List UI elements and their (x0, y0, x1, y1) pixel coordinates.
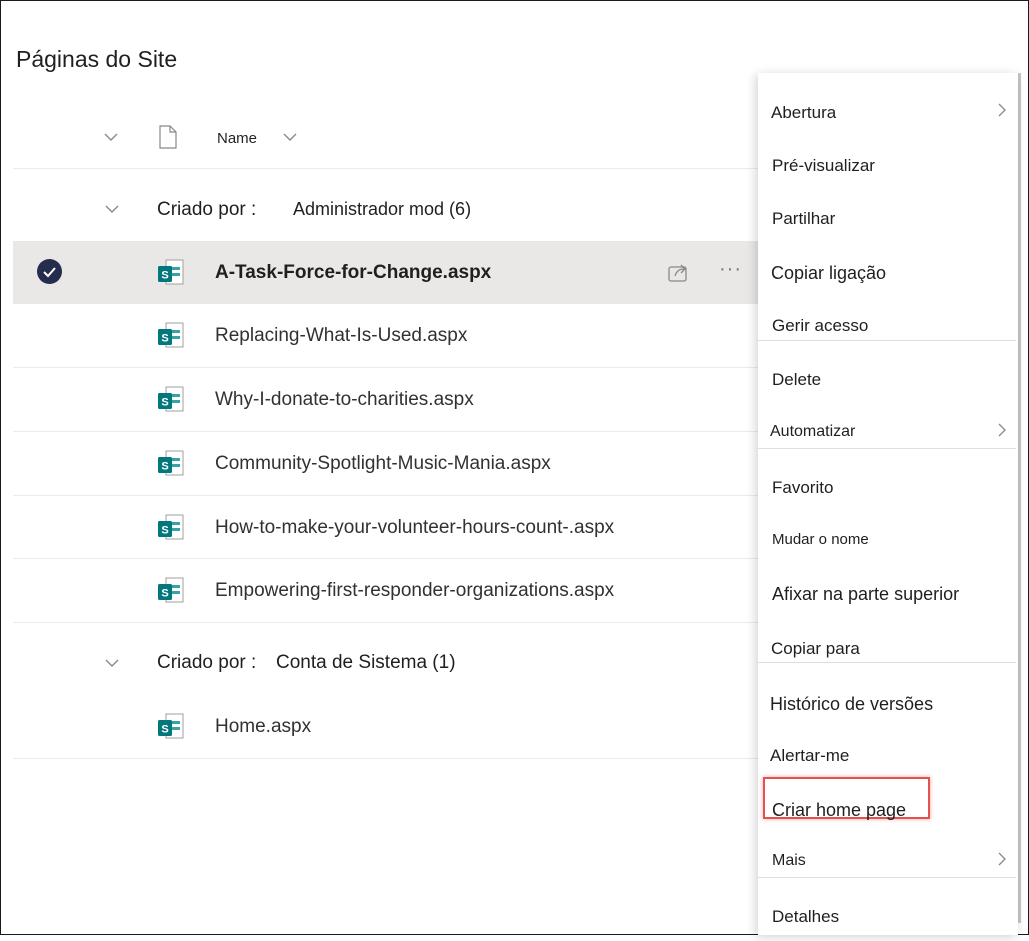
group-value: Conta de Sistema (1) (276, 652, 456, 673)
svg-text:S: S (161, 588, 168, 600)
menu-item-alertar-me[interactable]: Alertar-me (758, 728, 1018, 780)
menu-item-delete[interactable]: Delete (758, 352, 1018, 404)
menu-item-automatizar[interactable]: Automatizar (758, 405, 1018, 457)
menu-item-afixar-na-parte-superior[interactable]: Afixar na parte superior (758, 566, 1018, 618)
sharepoint-page-icon: S (158, 386, 184, 412)
menu-item-abertura[interactable]: Abertura (758, 85, 1018, 137)
menu-item-gerir-acesso[interactable]: Gerir acesso (758, 298, 1018, 350)
chevron-right-icon (998, 423, 1006, 437)
sharepoint-page-icon: S (158, 259, 184, 285)
svg-text:S: S (161, 270, 168, 282)
chevron-right-icon (998, 852, 1006, 866)
sharepoint-page-icon: S (158, 577, 184, 603)
row-divider (13, 758, 758, 759)
row-divider (13, 622, 758, 623)
file-name-link[interactable]: How-to-make-your-volunteer-hours-count-.… (215, 517, 614, 539)
context-menu: Abertura Pré-visualizar Partilhar Copiar… (758, 73, 1018, 935)
page-title: Páginas do Site (16, 46, 178, 72)
group-value: Administrador mod (6) (293, 199, 472, 219)
menu-separator (758, 877, 1016, 878)
name-column-header[interactable]: Name (217, 130, 257, 147)
file-name-link[interactable]: Home.aspx (215, 716, 311, 738)
sharepoint-page-icon: S (158, 450, 184, 476)
document-icon (159, 125, 177, 149)
sort-chevron-icon[interactable] (282, 132, 298, 142)
svg-text:S: S (161, 397, 168, 409)
menu-separator (758, 448, 1016, 449)
table-row[interactable]: S How-to-make-your-volunteer-hours-count… (13, 496, 758, 559)
menu-item-copiar-para[interactable]: Copiar para (758, 621, 1018, 673)
header-divider (13, 168, 758, 169)
file-name-link[interactable]: Why-I-donate-to-charities.aspx (215, 389, 474, 411)
file-name-link[interactable]: Replacing-What-Is-Used.aspx (215, 325, 467, 347)
svg-text:S: S (161, 724, 168, 736)
file-name-link[interactable]: Community-Spotlight-Music-Mania.aspx (215, 453, 551, 475)
menu-item-mais[interactable]: Mais (758, 834, 1018, 886)
menu-item-mudar-o-nome[interactable]: Mudar o nome (758, 513, 1018, 565)
group-label: Criado por : (157, 199, 257, 220)
menu-item-detalhes[interactable]: Detalhes (758, 889, 1018, 941)
group-header-conta-de-sistema[interactable]: Criado por : Conta de Sistema (1) (13, 632, 758, 694)
selected-check-icon[interactable] (37, 259, 62, 284)
svg-text:S: S (161, 525, 168, 537)
file-name-link[interactable]: A-Task-Force-for-Change.aspx (215, 262, 491, 284)
table-row-selected[interactable]: S A-Task-Force-for-Change.aspx ··· (13, 241, 758, 304)
table-row[interactable]: S Community-Spotlight-Music-Mania.aspx (13, 432, 758, 495)
menu-separator (758, 340, 1016, 341)
table-row[interactable]: S Why-I-donate-to-charities.aspx (13, 368, 758, 431)
collapse-all-chevron-icon[interactable] (103, 132, 119, 142)
menu-separator (758, 662, 1016, 663)
chevron-right-icon (998, 103, 1006, 117)
group-collapse-chevron-icon[interactable] (104, 658, 120, 668)
svg-text:S: S (161, 461, 168, 473)
more-actions-button[interactable]: ··· (719, 258, 742, 281)
table-row[interactable]: S Home.aspx (13, 695, 758, 758)
menu-item-pre-visualizar[interactable]: Pré-visualizar (758, 138, 1018, 190)
sharepoint-page-icon: S (158, 322, 184, 348)
group-collapse-chevron-icon[interactable] (104, 204, 120, 214)
menu-item-partilhar[interactable]: Partilhar (758, 191, 1018, 243)
sharepoint-page-icon: S (158, 514, 184, 540)
file-name-link[interactable]: Empowering-first-responder-organizations… (215, 580, 614, 602)
table-row[interactable]: S Replacing-What-Is-Used.aspx (13, 304, 758, 367)
group-label: Criado por : (157, 652, 257, 673)
sharepoint-page-icon: S (158, 713, 184, 739)
svg-text:S: S (161, 333, 168, 345)
menu-item-criar-home-page[interactable]: Criar home page (758, 782, 1018, 834)
share-icon[interactable] (667, 261, 691, 283)
menu-item-copiar-ligacao[interactable]: Copiar ligação (758, 245, 1018, 297)
table-row[interactable]: S Empowering-first-responder-organizatio… (13, 559, 758, 622)
menu-item-historico-de-versoes[interactable]: Histórico de versões (758, 676, 1018, 728)
menu-item-favorito[interactable]: Favorito (758, 460, 1018, 512)
group-header-administrador[interactable]: Criado por : Administrador mod (6) (13, 178, 758, 240)
